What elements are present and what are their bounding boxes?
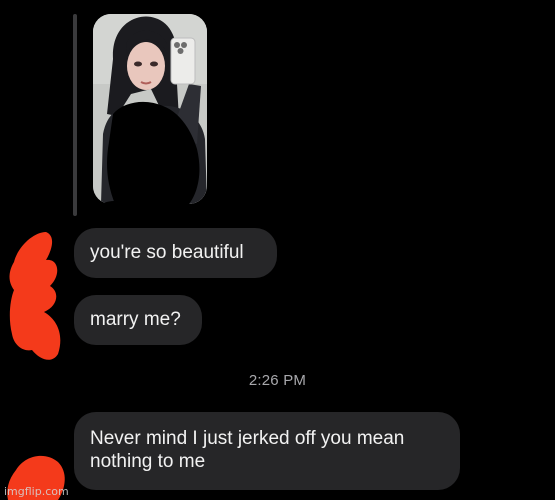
red-censor-scribble (7, 232, 65, 500)
imgflip-watermark: imgflip.com (4, 485, 69, 498)
